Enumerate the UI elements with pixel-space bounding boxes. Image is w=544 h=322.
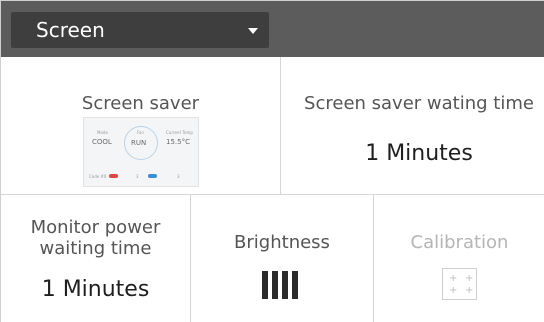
brightness-bar <box>292 271 298 299</box>
screen-saver-waiting-time-tile[interactable]: Screen saver wating time 1 Minutes <box>281 57 544 194</box>
category-dropdown[interactable]: Screen <box>11 12 269 48</box>
brightness-title: Brightness <box>234 232 330 253</box>
calibration-crosshair-icon: + + + + <box>442 268 477 300</box>
monitor-power-title-line1: Monitor power <box>30 217 161 238</box>
screen-saver-title: Screen saver <box>81 93 200 114</box>
preview-indicator-a: 3 <box>136 174 139 179</box>
screen-saver-preview-thumbnail: Mode COOL Fan RUN Current Temp 15.5°C Co… <box>83 117 199 187</box>
top-bar: Screen <box>1 1 544 57</box>
brightness-level-bars-icon <box>262 271 298 299</box>
brightness-tile[interactable]: Brightness <box>191 195 373 322</box>
preview-code-label: Code #0 <box>89 174 107 179</box>
monitor-power-waiting-time-tile[interactable]: Monitor power waiting time 1 Minutes <box>1 195 190 322</box>
preview-red-indicator <box>109 174 118 178</box>
calibration-title: Calibration <box>410 232 509 253</box>
crosshair-mark: + <box>465 285 474 296</box>
crosshair-mark: + <box>449 285 458 296</box>
screen-settings-panel: Screen Screen saver Mode COOL Fan RUN Cu… <box>0 0 544 322</box>
dropdown-arrow-icon <box>248 28 258 34</box>
preview-temp-label: Current Temp <box>166 130 193 135</box>
preview-fan-label: Fan <box>137 130 144 135</box>
crosshair-mark: + <box>449 273 458 284</box>
monitor-power-title-line2: waiting time <box>39 238 152 259</box>
category-dropdown-label: Screen <box>36 18 105 42</box>
preview-temp-value: 15.5°C <box>166 138 190 146</box>
crosshair-mark: + <box>465 273 474 284</box>
preview-fan-value: RUN <box>131 139 147 147</box>
preview-mode-label: Mode <box>97 130 108 135</box>
preview-mode-value: COOL <box>92 138 112 146</box>
brightness-bar <box>262 271 268 299</box>
preview-indicator-b: 3 <box>177 174 180 179</box>
preview-blue-indicator <box>148 174 157 178</box>
screen-saver-waiting-time-value: 1 Minutes <box>365 141 473 166</box>
monitor-power-waiting-time-value: 1 Minutes <box>41 277 150 302</box>
screen-saver-waiting-time-title: Screen saver wating time <box>304 93 534 114</box>
brightness-bar <box>272 271 278 299</box>
brightness-bar <box>282 271 288 299</box>
calibration-tile[interactable]: Calibration <box>374 195 544 322</box>
